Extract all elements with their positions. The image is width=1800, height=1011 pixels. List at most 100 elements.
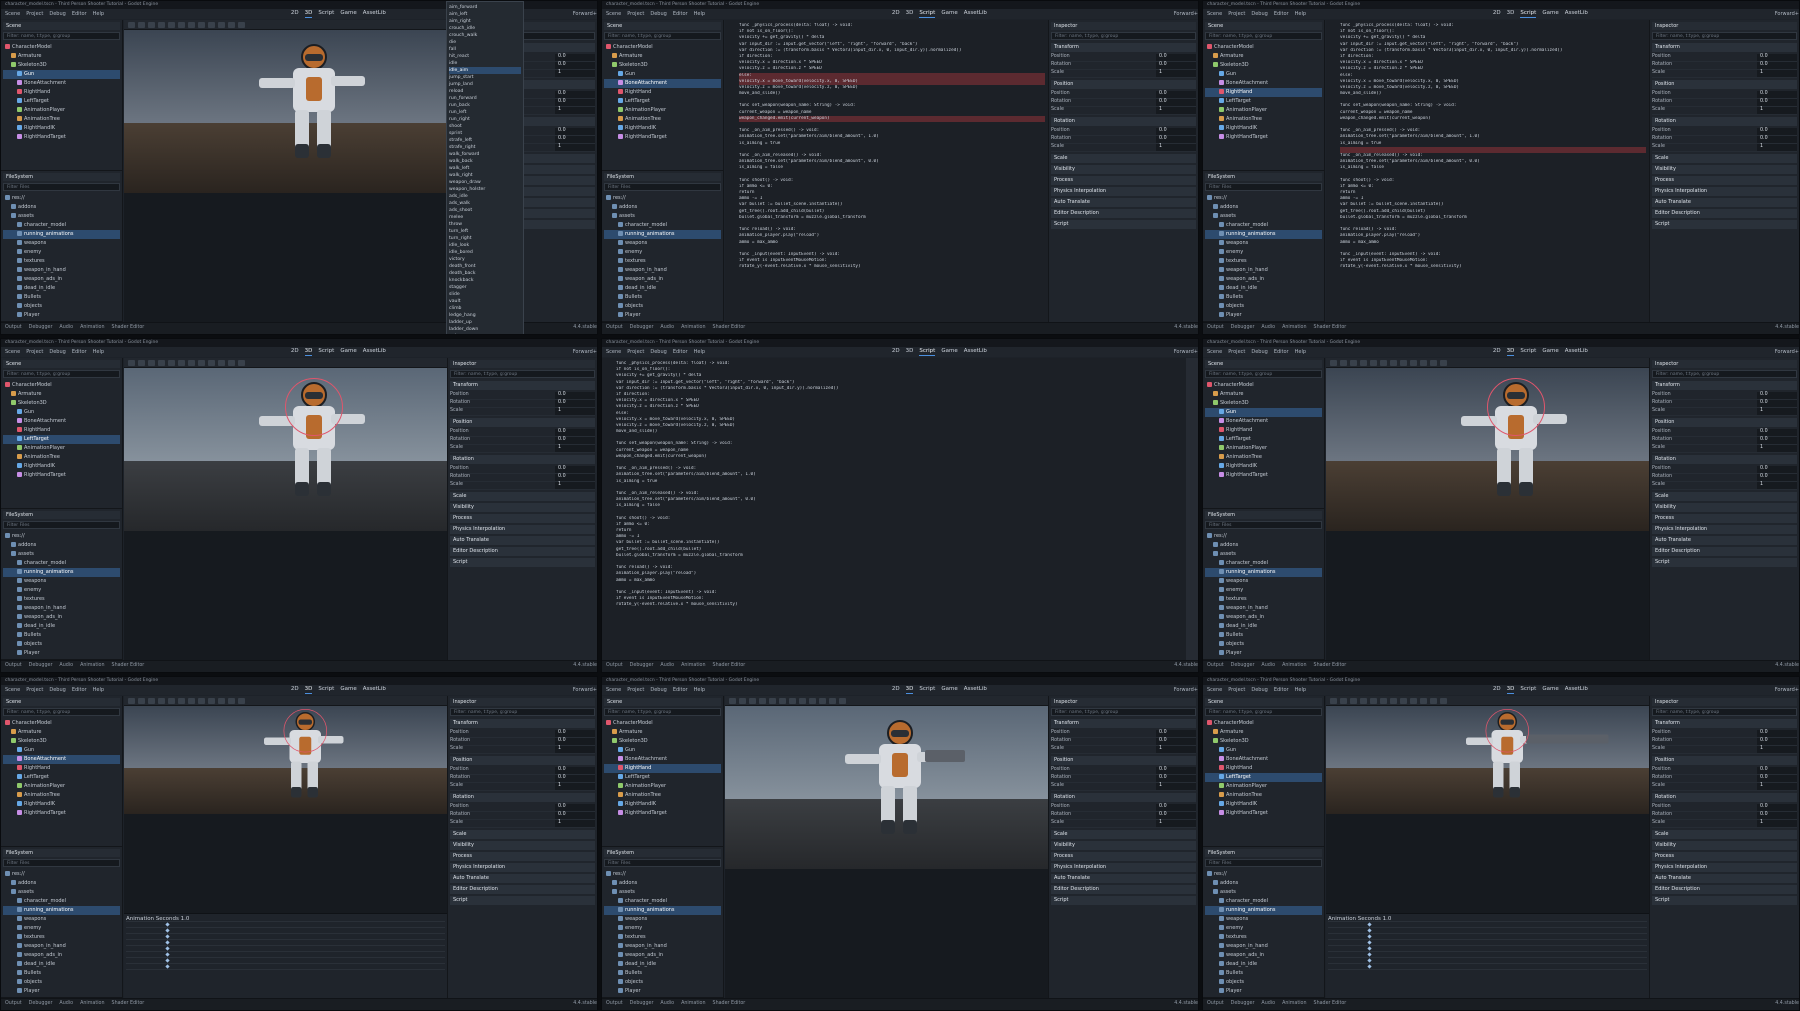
inspector-section[interactable]: Scale: [450, 492, 595, 501]
renderer-label[interactable]: Forward+: [1174, 349, 1198, 356]
scene-tree-item[interactable]: Gun: [1205, 408, 1322, 417]
filesystem-item[interactable]: weapons: [604, 915, 721, 924]
keyframe[interactable]: [1367, 958, 1372, 964]
toolbar-tool-icon[interactable]: [148, 21, 155, 28]
workspace-tab-game[interactable]: Game: [340, 686, 356, 693]
toolbar-tool-icon[interactable]: [218, 359, 225, 366]
bottom-tab[interactable]: Output: [1207, 663, 1224, 669]
scene-tree-item[interactable]: RightHand: [1205, 764, 1322, 773]
inspector-section[interactable]: Auto Translate: [1652, 536, 1797, 545]
inspector-section[interactable]: Position: [450, 756, 595, 765]
filesystem-item[interactable]: enemy: [3, 248, 120, 257]
inspector-property[interactable]: Position 0.0: [1652, 466, 1797, 474]
scene-tree-item[interactable]: RightHand: [604, 764, 721, 773]
scene-tree-item[interactable]: Gun: [604, 70, 721, 79]
toolbar-tool-icon[interactable]: [198, 21, 205, 28]
bottom-tab[interactable]: Animation: [1282, 325, 1306, 331]
property-value[interactable]: 0.0: [1757, 767, 1797, 774]
filesystem-item[interactable]: enemy: [604, 924, 721, 933]
workspace-tab-assetlib[interactable]: AssetLib: [363, 348, 386, 355]
workspace-tab-2d[interactable]: 2D: [892, 10, 900, 17]
inspector-section[interactable]: Auto Translate: [1051, 874, 1196, 883]
inspector-property[interactable]: Scale 1: [1652, 107, 1797, 115]
scene-tree-item[interactable]: RightHandIK: [1205, 124, 1322, 133]
filesystem-item[interactable]: character_model: [3, 559, 120, 568]
inspector-section[interactable]: Process: [1051, 852, 1196, 861]
scene-tree-item[interactable]: AnimationPlayer: [3, 444, 120, 453]
toolbar-tool-icon[interactable]: [228, 359, 235, 366]
inspector-section[interactable]: Editor Description: [1051, 209, 1196, 218]
filesystem-item[interactable]: dead_in_idle: [1205, 960, 1322, 969]
filesystem-filter-input[interactable]: Filter Files: [3, 859, 120, 867]
filesystem-filter-input[interactable]: Filter Files: [3, 183, 120, 191]
filesystem-item[interactable]: weapon_in_hand: [1205, 266, 1322, 275]
filesystem-item[interactable]: weapons: [3, 577, 120, 586]
inspector-section[interactable]: Physics Interpolation: [1051, 863, 1196, 872]
dropdown-item[interactable]: ledge_hang: [449, 312, 521, 319]
dropdown-item[interactable]: jump_start: [449, 74, 521, 81]
bottom-tab[interactable]: Output: [606, 1001, 623, 1007]
bottom-tab[interactable]: Animation: [80, 325, 104, 331]
keyframe[interactable]: [1367, 952, 1372, 958]
menu-editor[interactable]: Editor: [673, 349, 688, 356]
menu-help[interactable]: Help: [1295, 11, 1306, 18]
menu-scene[interactable]: Scene: [1207, 11, 1222, 18]
keyframe[interactable]: [165, 958, 170, 964]
inspector-property[interactable]: Rotation 0.0: [450, 738, 595, 746]
inspector-property[interactable]: Rotation 0.0: [1051, 775, 1196, 783]
dropdown-item[interactable]: strafe_left: [449, 137, 521, 144]
property-value[interactable]: 1: [555, 820, 595, 827]
inspector-property[interactable]: Scale 1: [1051, 107, 1196, 115]
filesystem-item[interactable]: Player: [1205, 987, 1322, 996]
filesystem-item[interactable]: dead_in_idle: [604, 284, 721, 293]
scene-tree-item[interactable]: RightHandTarget: [3, 809, 120, 818]
inspector-property[interactable]: Position 0.0: [1652, 429, 1797, 437]
bottom-tab[interactable]: Shader Editor: [1314, 325, 1347, 331]
inspector-property[interactable]: Rotation 0.0: [1652, 62, 1797, 70]
toolbar-tool-icon[interactable]: [188, 697, 195, 704]
filesystem-item[interactable]: Player: [604, 987, 721, 996]
workspace-tab-2d[interactable]: 2D: [291, 10, 299, 17]
inspector-property[interactable]: Position 0.0: [1652, 91, 1797, 99]
menu-project[interactable]: Project: [26, 11, 43, 18]
toolbar-tool-icon[interactable]: [1340, 359, 1347, 366]
bottom-tab[interactable]: Debugger: [29, 1001, 53, 1007]
bottom-tab[interactable]: Shader Editor: [1314, 1001, 1347, 1007]
workspace-tab-script[interactable]: Script: [919, 10, 936, 19]
inspector-section[interactable]: Physics Interpolation: [1652, 187, 1797, 196]
scene-tree-item[interactable]: BoneAttachment: [3, 79, 120, 88]
property-value[interactable]: 0.0: [1156, 767, 1196, 774]
toolbar-tool-icon[interactable]: [158, 697, 165, 704]
filesystem-item[interactable]: weapon_ads_in: [1205, 951, 1322, 960]
property-value[interactable]: 0.0: [1156, 62, 1196, 69]
dropdown-item[interactable]: reload: [449, 88, 521, 95]
workspace-tab-script[interactable]: Script: [919, 348, 936, 357]
scene-tree-item[interactable]: RightHandTarget: [1205, 809, 1322, 818]
property-value[interactable]: 0.0: [1156, 91, 1196, 98]
workspace-tab-script[interactable]: Script: [1520, 10, 1537, 19]
scene-tree-item[interactable]: RightHand: [3, 426, 120, 435]
inspector-section[interactable]: Physics Interpolation: [1652, 525, 1797, 534]
filesystem-item[interactable]: assets: [3, 212, 120, 221]
bottom-tab[interactable]: Shader Editor: [112, 663, 145, 669]
toolbar-tool-icon[interactable]: [218, 697, 225, 704]
filesystem-item[interactable]: objects: [1205, 978, 1322, 987]
bottom-tab[interactable]: Shader Editor: [112, 325, 145, 331]
property-value[interactable]: 0.0: [1156, 738, 1196, 745]
bottom-tab[interactable]: Output: [5, 663, 22, 669]
filesystem-item[interactable]: Bullets: [1205, 631, 1322, 640]
bottom-tab[interactable]: Shader Editor: [713, 663, 746, 669]
filesystem-item[interactable]: weapon_in_hand: [604, 266, 721, 275]
menu-debug[interactable]: Debug: [49, 687, 65, 694]
property-value[interactable]: 0.0: [1757, 437, 1797, 444]
property-value[interactable]: 0.0: [555, 136, 595, 143]
scene-tree-item[interactable]: Armature: [1205, 52, 1322, 61]
scene-tree-item[interactable]: Gun: [604, 746, 721, 755]
property-value[interactable]: 0.0: [555, 730, 595, 737]
property-value[interactable]: 0.0: [1757, 812, 1797, 819]
toolbar-tool-icon[interactable]: [168, 21, 175, 28]
dropdown-item[interactable]: knockback: [449, 277, 521, 284]
filesystem-item[interactable]: enemy: [3, 924, 120, 933]
inspector-section[interactable]: Auto Translate: [1051, 198, 1196, 207]
scene-tree-item[interactable]: LeftTarget: [3, 773, 120, 782]
